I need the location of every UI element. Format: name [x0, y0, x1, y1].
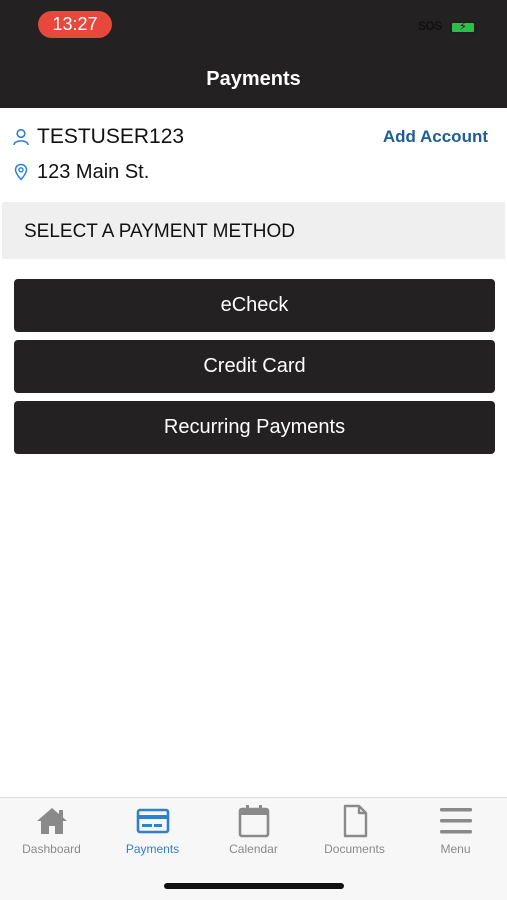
- account-address: 123 Main St.: [37, 160, 150, 183]
- account-username: TESTUSER123: [37, 125, 185, 148]
- status-time: 13:27: [38, 11, 112, 38]
- calendar-icon: [238, 805, 269, 838]
- recurring-payments-button[interactable]: Recurring Payments: [14, 401, 495, 454]
- hamburger-menu-icon: [439, 808, 472, 834]
- tab-dashboard-label: Dashboard: [22, 842, 81, 856]
- address-row: 123 Main St.: [12, 159, 312, 185]
- home-icon: [36, 808, 67, 834]
- sos-indicator: SOS: [418, 19, 442, 33]
- page-title: Payments: [206, 68, 301, 90]
- tab-documents[interactable]: Documents: [304, 804, 405, 864]
- battery-icon: ⚡: [450, 21, 479, 34]
- tab-documents-label: Documents: [324, 842, 385, 856]
- tab-menu-label: Menu: [440, 842, 471, 856]
- user-icon: [13, 128, 29, 146]
- tab-menu[interactable]: Menu: [405, 804, 506, 864]
- location-pin-icon: [14, 163, 28, 181]
- tab-dashboard[interactable]: Dashboard: [1, 804, 102, 864]
- document-icon: [343, 804, 367, 838]
- home-indicator: [164, 883, 344, 889]
- section-title: SELECT A PAYMENT METHOD: [24, 221, 295, 242]
- tab-payments[interactable]: Payments: [102, 804, 203, 864]
- tab-calendar[interactable]: Calendar: [203, 804, 304, 864]
- credit-card-icon: [136, 808, 169, 834]
- credit-card-button[interactable]: Credit Card: [14, 340, 495, 393]
- echeck-button[interactable]: eCheck: [14, 279, 495, 332]
- section-header: SELECT A PAYMENT METHOD: [2, 202, 505, 259]
- app-header: 13:27 SOS ⚡ Payments: [0, 0, 507, 108]
- tab-payments-label: Payments: [125, 842, 180, 856]
- add-account-button[interactable]: Add Account: [383, 127, 488, 147]
- tab-calendar-label: Calendar: [229, 842, 278, 856]
